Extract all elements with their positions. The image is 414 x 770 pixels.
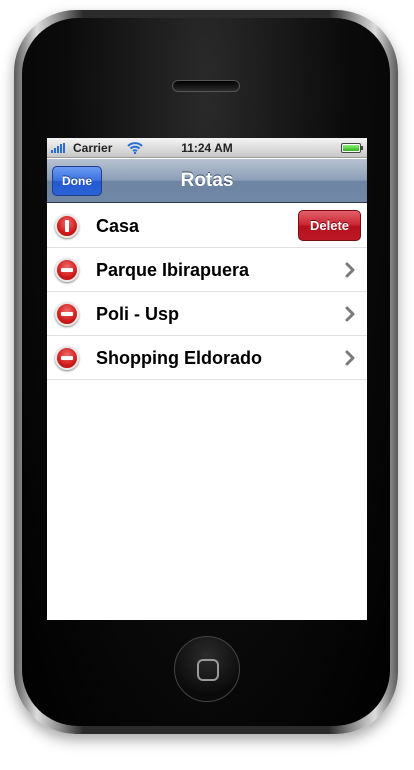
screen: Carrier 11:24 AM Done Rotas Casa Delete … bbox=[47, 138, 367, 620]
delete-control-icon[interactable] bbox=[55, 346, 79, 370]
routes-table: Casa Delete Parque Ibirapuera Poli - Usp… bbox=[47, 204, 367, 380]
chevron-right-icon bbox=[345, 306, 355, 322]
navigation-bar: Done Rotas bbox=[47, 159, 367, 203]
chevron-right-icon bbox=[345, 350, 355, 366]
delete-button[interactable]: Delete bbox=[298, 210, 361, 241]
page-title: Rotas bbox=[180, 170, 234, 191]
row-label: Parque Ibirapuera bbox=[96, 260, 250, 280]
status-bar: Carrier 11:24 AM bbox=[47, 138, 367, 158]
row-label: Poli - Usp bbox=[96, 304, 180, 324]
delete-control-icon[interactable] bbox=[55, 214, 79, 238]
chevron-right-icon bbox=[345, 262, 355, 278]
delete-control-icon[interactable] bbox=[55, 258, 79, 282]
table-row[interactable]: Poli - Usp bbox=[47, 292, 367, 336]
table-row[interactable]: Casa Delete bbox=[47, 204, 367, 248]
row-label: Shopping Eldorado bbox=[96, 348, 262, 368]
battery-level bbox=[343, 145, 359, 151]
home-square-icon bbox=[197, 659, 219, 681]
battery-icon bbox=[341, 143, 363, 153]
table-row[interactable]: Parque Ibirapuera bbox=[47, 248, 367, 292]
clock: 11:24 AM bbox=[181, 141, 233, 155]
row-label: Casa bbox=[96, 216, 140, 236]
home-button[interactable] bbox=[174, 636, 240, 702]
delete-control-icon[interactable] bbox=[55, 302, 79, 326]
earpiece-speaker bbox=[172, 80, 240, 92]
table-row[interactable]: Shopping Eldorado bbox=[47, 336, 367, 380]
